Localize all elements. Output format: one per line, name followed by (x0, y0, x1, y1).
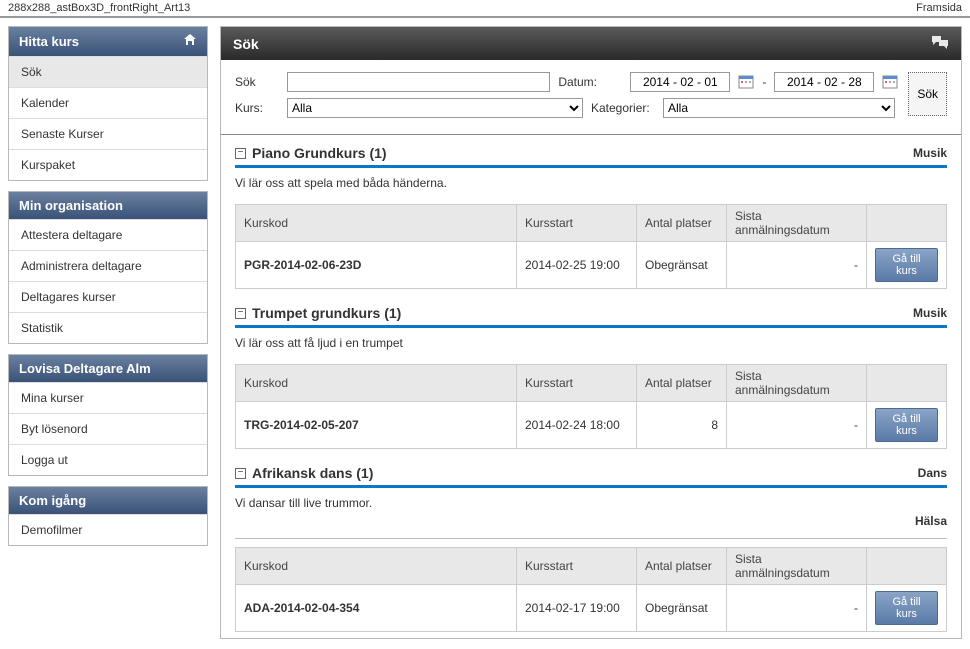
collapse-icon[interactable]: − (235, 468, 246, 479)
go-to-course-button[interactable]: Gå till kurs (875, 591, 938, 625)
course-title: Trumpet grundkurs (1) (252, 305, 401, 321)
search-input[interactable] (287, 72, 550, 92)
sidebar-item[interactable]: Statistik (9, 312, 207, 343)
sidebar-group-header: Kom igång (9, 487, 207, 514)
sidebar-group-header: Lovisa Deltagare Alm (9, 355, 207, 382)
home-icon[interactable] (183, 33, 197, 50)
go-to-course-button[interactable]: Gå till kurs (875, 248, 938, 282)
course-title: Piano Grundkurs (1) (252, 145, 387, 161)
table-header: Sista anmälningsdatum (727, 205, 867, 242)
course-title: Afrikansk dans (1) (252, 465, 373, 481)
label-datum: Datum: (558, 75, 622, 89)
collapse-icon[interactable]: − (235, 148, 246, 159)
course-description: Vi lär oss att få ljud i en trumpet (235, 336, 947, 350)
sidebar-group-title: Hitta kurs (19, 34, 79, 49)
cell-kursstart: 2014-02-25 19:00 (517, 242, 637, 289)
course-category: Dans (918, 466, 947, 480)
sidebar-item[interactable]: Deltagares kurser (9, 281, 207, 312)
table-row: TRG-2014-02-05-2072014-02-24 18:008-Gå t… (236, 402, 947, 449)
table-header (867, 548, 947, 585)
go-to-course-button[interactable]: Gå till kurs (875, 408, 938, 442)
course-description: Vi lär oss att spela med båda händerna. (235, 176, 947, 190)
table-header (867, 205, 947, 242)
date-to-input[interactable] (774, 72, 874, 92)
label-kategorier: Kategorier: (591, 101, 655, 115)
cell-kurskod: TRG-2014-02-05-207 (236, 402, 517, 449)
chat-icon[interactable] (931, 35, 949, 52)
sidebar-group-header: Min organisation (9, 192, 207, 219)
cell-sista: - (727, 402, 867, 449)
sidebar-item[interactable]: Kalender (9, 87, 207, 118)
main-title: Sök (233, 36, 259, 52)
top-left-text: 288x288_astBox3D_frontRight_Art13 (8, 2, 190, 14)
main-content: Sök Sök Datum: (220, 26, 962, 649)
table-header: Kursstart (517, 548, 637, 585)
sidebar-item[interactable]: Sök (9, 56, 207, 87)
sidebar-item[interactable]: Attestera deltagare (9, 219, 207, 250)
table-header: Sista anmälningsdatum (727, 365, 867, 402)
cell-kurskod: ADA-2014-02-04-354 (236, 585, 517, 632)
course-category: Musik (913, 306, 947, 320)
sidebar-item[interactable]: Kurspaket (9, 149, 207, 180)
cell-platser: Obegränsat (637, 585, 727, 632)
cell-kursstart: 2014-02-17 19:00 (517, 585, 637, 632)
sidebar-item[interactable]: Senaste Kurser (9, 118, 207, 149)
table-row: ADA-2014-02-04-3542014-02-17 19:00Obegrä… (236, 585, 947, 632)
table-row: PGR-2014-02-06-23D2014-02-25 19:00Obegrä… (236, 242, 947, 289)
table-header (867, 365, 947, 402)
course-category-secondary: Hälsa (235, 514, 947, 528)
date-from-input[interactable] (630, 72, 730, 92)
course-block: −Trumpet grundkurs (1) Musik Vi lär oss at… (221, 295, 961, 455)
kurs-select[interactable]: Alla (287, 98, 583, 118)
sidebar-group-title: Min organisation (19, 198, 123, 213)
course-block: −Piano Grundkurs (1) Musik Vi lär oss att … (221, 135, 961, 295)
table-header: Kurskod (236, 205, 517, 242)
table-header: Kurskod (236, 365, 517, 402)
search-form: Sök Datum: - (221, 60, 961, 135)
label-kurs: Kurs: (235, 101, 279, 115)
table-header: Antal platser (637, 205, 727, 242)
course-description: Vi dansar till live trummor. (235, 496, 947, 510)
cell-kursstart: 2014-02-24 18:00 (517, 402, 637, 449)
sidebar-item[interactable]: Logga ut (9, 444, 207, 475)
table-header: Kursstart (517, 365, 637, 402)
collapse-icon[interactable]: − (235, 308, 246, 319)
cell-kurskod: PGR-2014-02-06-23D (236, 242, 517, 289)
course-block: −Afrikansk dans (1) Dans Vi dansar till li… (221, 455, 961, 638)
course-table: KurskodKursstartAntal platserSista anmäl… (235, 204, 947, 289)
table-header: Sista anmälningsdatum (727, 548, 867, 585)
table-header: Antal platser (637, 365, 727, 402)
calendar-icon[interactable] (882, 74, 898, 90)
sidebar: Hitta kurs SökKalenderSenaste KurserKursp… (8, 26, 208, 649)
sidebar-group-title: Kom igång (19, 493, 86, 508)
cell-platser: 8 (637, 402, 727, 449)
sidebar-item[interactable]: Demofilmer (9, 514, 207, 545)
sidebar-group-header: Hitta kurs (9, 27, 207, 56)
sidebar-item[interactable]: Byt lösenord (9, 413, 207, 444)
kategori-select[interactable]: Alla (663, 98, 895, 118)
label-sok: Sök (235, 75, 279, 89)
calendar-icon[interactable] (738, 74, 754, 90)
table-header: Antal platser (637, 548, 727, 585)
course-table: KurskodKursstartAntal platserSista anmäl… (235, 364, 947, 449)
cell-platser: Obegränsat (637, 242, 727, 289)
cell-sista: - (727, 242, 867, 289)
sidebar-item[interactable]: Administrera deltagare (9, 250, 207, 281)
course-table: KurskodKursstartAntal platserSista anmäl… (235, 547, 947, 632)
sidebar-group-title: Lovisa Deltagare Alm (19, 361, 151, 376)
main-header: Sök (221, 27, 961, 60)
date-dash: - (762, 75, 766, 89)
course-category: Musik (913, 146, 947, 160)
cell-sista: - (727, 585, 867, 632)
sidebar-item[interactable]: Mina kurser (9, 382, 207, 413)
top-right-text: Framsida (916, 2, 962, 14)
table-header: Kursstart (517, 205, 637, 242)
table-header: Kurskod (236, 548, 517, 585)
search-button[interactable]: Sök (908, 72, 947, 116)
